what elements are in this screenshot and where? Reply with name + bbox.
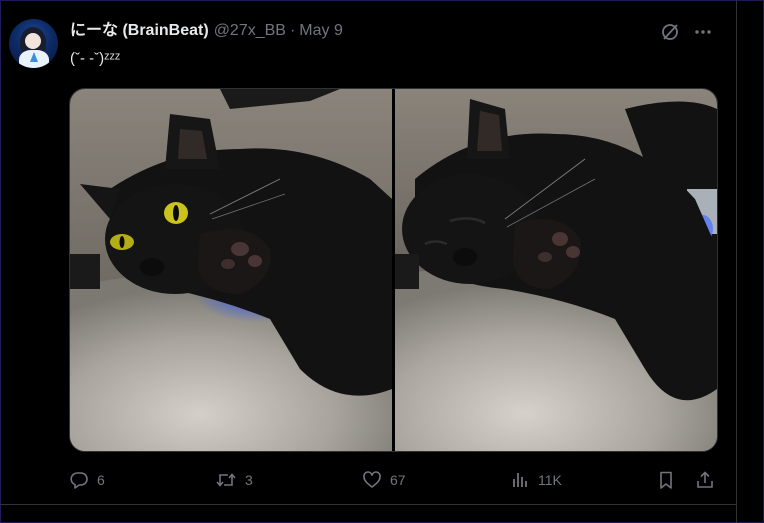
tweet-divider <box>0 504 736 505</box>
like-button[interactable]: 67 <box>362 469 406 491</box>
tweet-text: (ˇ- -ˇ)ᶻᶻᶻ <box>70 50 121 67</box>
avatar[interactable] <box>9 19 58 68</box>
author-display-name[interactable]: にーな (BrainBeat) <box>70 21 209 41</box>
bookmark-button[interactable] <box>656 469 676 491</box>
bookmark-icon <box>656 470 676 490</box>
views-count: 11K <box>538 472 562 488</box>
photo-cat-sleeping[interactable] <box>395 89 717 451</box>
reply-button[interactable]: 6 <box>69 469 105 491</box>
repost-count: 3 <box>245 472 253 488</box>
grok-icon[interactable] <box>660 22 680 42</box>
repost-icon <box>215 470 237 490</box>
tweet-header: にーな (BrainBeat) @27x_BB · May 9 <box>70 21 343 41</box>
reply-icon <box>69 470 89 490</box>
header-separator: · <box>289 22 296 39</box>
views-button[interactable]: 11K <box>510 469 562 491</box>
bar-chart-icon <box>510 470 530 490</box>
reply-count: 6 <box>97 472 105 488</box>
column-divider <box>736 0 737 523</box>
tweet-date[interactable]: May 9 <box>299 21 343 41</box>
action-bar: 6 3 67 11K <box>69 469 719 491</box>
heart-icon <box>362 470 382 490</box>
media-grid <box>69 88 718 452</box>
more-icon[interactable] <box>693 22 713 42</box>
header-actions <box>660 22 713 42</box>
share-icon <box>695 470 715 490</box>
like-count: 67 <box>390 472 406 488</box>
photo-cat-awake[interactable] <box>70 89 392 451</box>
author-handle[interactable]: @27x_BB <box>214 21 286 41</box>
repost-button[interactable]: 3 <box>215 469 253 491</box>
share-button[interactable] <box>695 469 715 491</box>
